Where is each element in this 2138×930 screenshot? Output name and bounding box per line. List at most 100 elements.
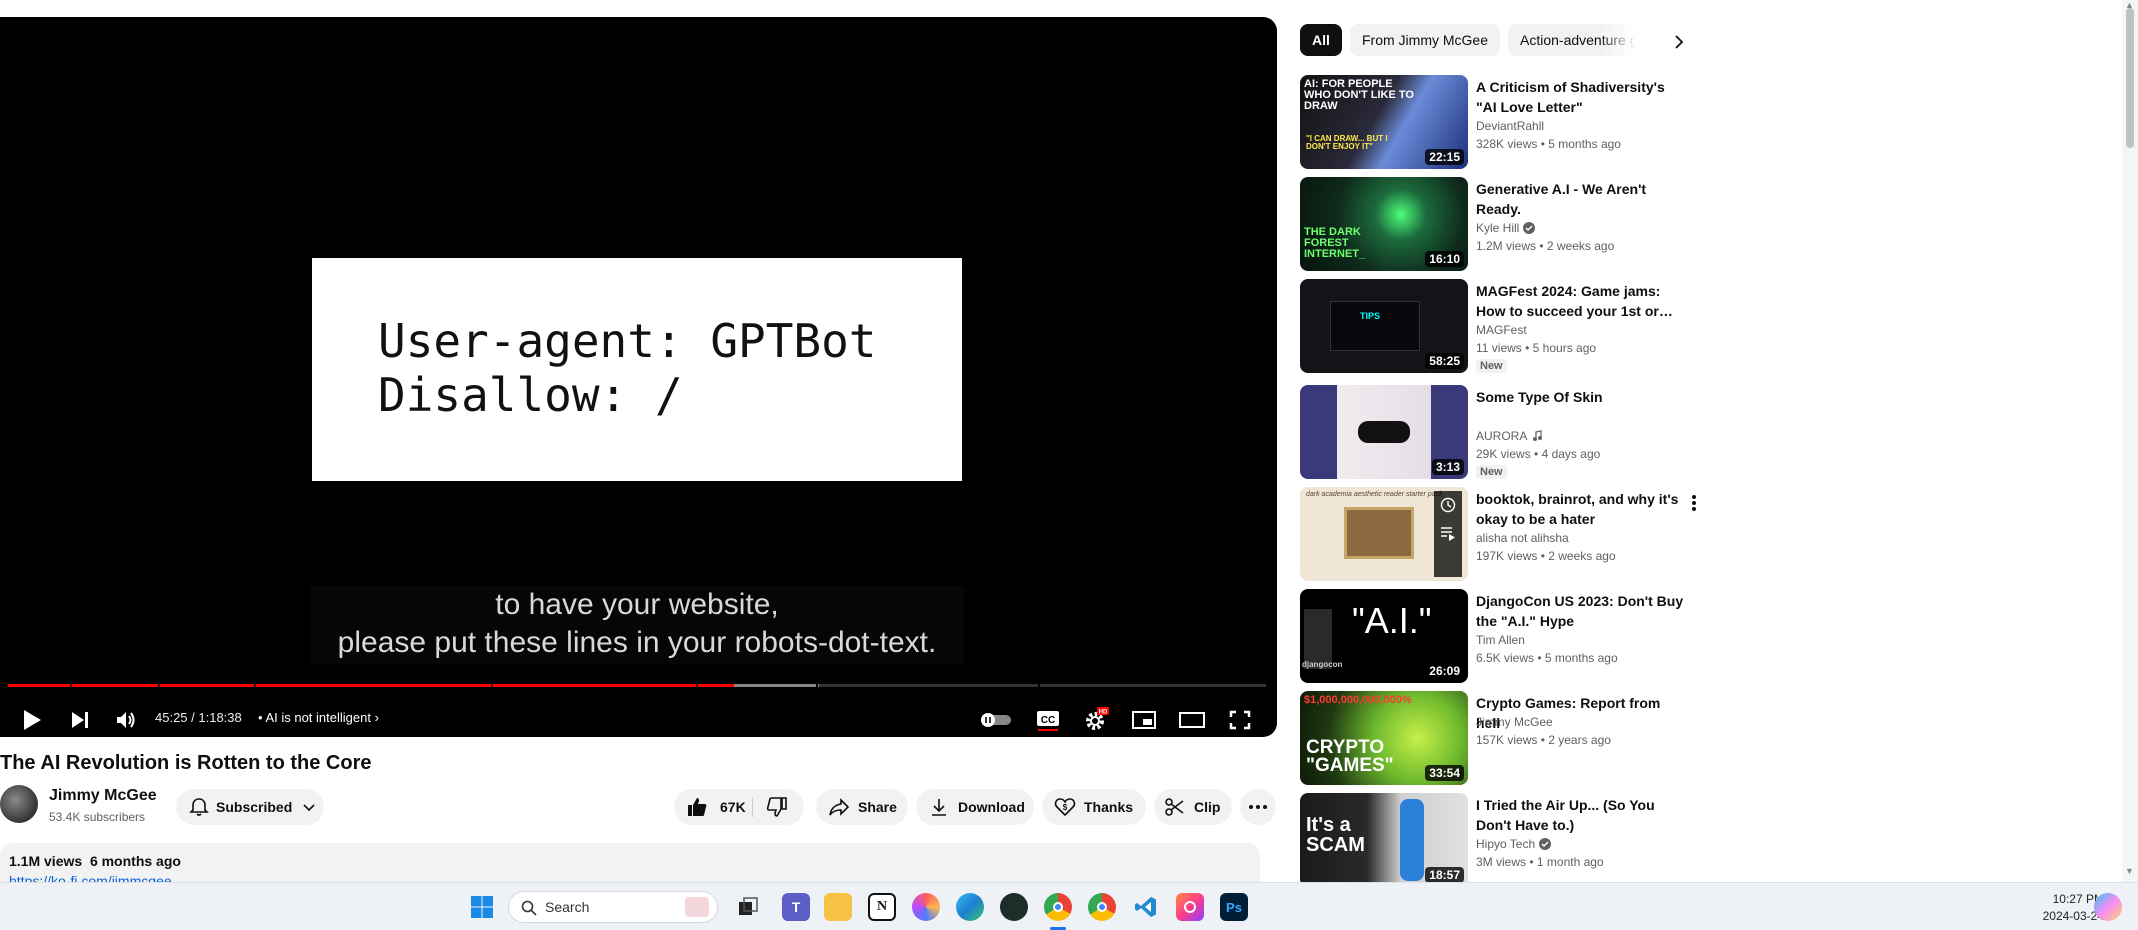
chapter-button[interactable]: • AI is not intelligent ›: [258, 710, 379, 725]
add-to-queue-icon[interactable]: [1440, 525, 1456, 541]
channel-avatar[interactable]: [0, 785, 38, 823]
cc-icon: CC: [1037, 711, 1059, 731]
taskbar-app-photoshop[interactable]: Ps: [1220, 893, 1248, 921]
new-badge: New: [1476, 359, 1507, 373]
recommendation-item[interactable]: 3:13 Some Type Of Skin AURORA 29K views …: [1300, 385, 1700, 481]
taskbar-app-file-explorer[interactable]: [824, 893, 852, 921]
recommendation-meta: 197K views • 2 weeks ago: [1476, 549, 1616, 563]
clock-time: 10:27 PM: [2052, 892, 2104, 906]
recommendation-title: DjangoCon US 2023: Don't Buy the "A.I." …: [1476, 593, 1684, 629]
subscribed-label: Subscribed: [216, 799, 293, 815]
miniplayer-button[interactable]: [1126, 700, 1162, 737]
clip-button[interactable]: Clip: [1154, 789, 1232, 825]
taskbar-app-chrome[interactable]: [1044, 893, 1072, 921]
thumbnail-text: AI: FOR PEOPLE WHO DON'T LIKE TO DRAW: [1304, 78, 1414, 112]
youtube-watch-page: User-agent: GPTBot Disallow: / to have y…: [0, 0, 2138, 930]
thumbnail-text: It's a SCAM: [1306, 814, 1365, 856]
duration-badge: 16:10: [1425, 251, 1464, 267]
description-meta: 1.1M views 6 months ago: [9, 853, 181, 869]
like-button[interactable]: 67K: [686, 796, 746, 818]
share-button[interactable]: Share: [816, 789, 908, 825]
recommendation-title: Generative A.I - We Aren't Ready.: [1476, 181, 1647, 217]
gear-icon: HD: [1086, 707, 1109, 730]
photoshop-icon: Ps: [1226, 899, 1242, 915]
chip-from-channel[interactable]: From Jimmy McGee: [1350, 24, 1500, 56]
recommendation-item[interactable]: "A.I." djangocon 26:09 DjangoCon US 2023…: [1300, 589, 1700, 685]
watch-later-icon[interactable]: [1440, 497, 1456, 513]
age-label: 1 month ago: [1536, 855, 1604, 869]
channel-label: Jimmy McGee: [1476, 715, 1553, 729]
windows-start-button[interactable]: [468, 893, 496, 921]
channel-name[interactable]: Jimmy McGee: [49, 787, 157, 805]
taskbar-app-notion[interactable]: N: [868, 893, 896, 921]
svg-text:$: $: [1063, 803, 1068, 812]
subscribed-button[interactable]: Subscribed: [176, 789, 324, 825]
video-title: The AI Revolution is Rotten to the Core: [0, 752, 372, 774]
recommendation-title: Some Type Of Skin: [1476, 389, 1603, 405]
recommendation-item[interactable]: AI: FOR PEOPLE WHO DON'T LIKE TO DRAW "I…: [1300, 75, 1700, 171]
taskbar-clock[interactable]: 10:27 PM 2024-03-24: [2000, 891, 2104, 925]
duration-badge: 3:13: [1431, 459, 1464, 475]
thanks-button[interactable]: $ Thanks: [1042, 789, 1146, 825]
taskbar-app-screenshot[interactable]: [1176, 893, 1204, 921]
settings-button[interactable]: HD: [1078, 700, 1114, 737]
thumbnail-text: "A.I.": [1352, 600, 1432, 641]
fullscreen-icon: [1229, 710, 1251, 730]
channel-label: Kyle Hill: [1476, 221, 1520, 235]
views-label: 6.5K views: [1476, 651, 1535, 665]
taskbar-app-task-view[interactable]: [734, 893, 762, 921]
captions-button[interactable]: CC: [1030, 700, 1066, 737]
play-button[interactable]: [14, 700, 50, 737]
taskbar-app-vscode[interactable]: [1132, 893, 1160, 921]
video-player[interactable]: User-agent: GPTBot Disallow: / to have y…: [0, 17, 1277, 737]
captions-overlay: to have your website, please put these l…: [310, 586, 964, 664]
chapter-divider: [158, 683, 160, 688]
copilot-button[interactable]: [2094, 893, 2122, 921]
chapter-title: AI is not intelligent: [265, 710, 371, 725]
upload-age: 6 months ago: [89, 853, 181, 869]
scrollbar-thumb[interactable]: [2126, 8, 2134, 148]
view-count: 1.1M views: [9, 853, 83, 869]
recommendation-item[interactable]: THE DARK FOREST INTERNET_ 16:10 Generati…: [1300, 177, 1700, 273]
progress-bar[interactable]: [8, 683, 1266, 688]
recommendation-item[interactable]: TIPS 58:25 MAGFest 2024: Game jams: How …: [1300, 279, 1700, 375]
video-frame-slide: User-agent: GPTBot Disallow: /: [312, 258, 962, 481]
age-label: 5 months ago: [1548, 137, 1621, 151]
taskbar-app-dark[interactable]: [1000, 893, 1028, 921]
more-actions-button[interactable]: [1240, 789, 1276, 825]
taskbar-app-teams[interactable]: T: [782, 893, 810, 921]
clock-date: 2024-03-24: [2042, 909, 2104, 923]
theater-mode-button[interactable]: [1174, 700, 1210, 737]
autoplay-toggle[interactable]: [978, 700, 1014, 737]
dislike-button[interactable]: [766, 796, 788, 818]
chapter-divider: [1038, 683, 1040, 688]
mute-button[interactable]: [108, 700, 144, 737]
taskbar-app-chrome-profile[interactable]: [1088, 893, 1116, 921]
teams-icon: T: [791, 899, 801, 915]
recommendation-channel: MAGFest: [1476, 323, 1527, 337]
recommendation-meta: 1.2M views • 2 weeks ago: [1476, 239, 1615, 253]
bell-icon: [188, 796, 210, 818]
age-label: 4 days ago: [1541, 447, 1601, 461]
taskbar-app-arc[interactable]: [912, 893, 940, 921]
fullscreen-button[interactable]: [1222, 700, 1258, 737]
recommendation-item[interactable]: $1,000,000,000,000% CRYPTO "GAMES" 33:54…: [1300, 691, 1700, 787]
taskbar-app-edge[interactable]: [956, 893, 984, 921]
download-icon: [928, 796, 950, 818]
recommendation-item[interactable]: dark academia aesthetic reader starter p…: [1300, 487, 1700, 583]
channel-label: MAGFest: [1476, 323, 1527, 337]
taskbar-search[interactable]: Search: [508, 891, 718, 923]
autoplay-toggle-icon: [981, 713, 1011, 727]
download-button[interactable]: Download: [916, 789, 1034, 825]
recommendation-item[interactable]: It's a SCAM 18:57 I Tried the Air Up... …: [1300, 793, 1700, 889]
scroll-down-arrow[interactable]: ▼: [2125, 866, 2134, 876]
next-button[interactable]: [62, 700, 98, 737]
page-scrollbar[interactable]: ▲ ▼: [2122, 0, 2138, 882]
chapter-divider: [70, 683, 72, 688]
chip-all[interactable]: All: [1300, 24, 1342, 56]
chips-next-button[interactable]: [1665, 28, 1693, 56]
windows-taskbar: Search T N Ps 10:27 PM 2024-03-24: [0, 882, 2138, 930]
thanks-icon: $: [1054, 796, 1076, 818]
recommendation-menu-button[interactable]: [1684, 493, 1704, 513]
thumbnail: 3:13: [1300, 385, 1468, 479]
